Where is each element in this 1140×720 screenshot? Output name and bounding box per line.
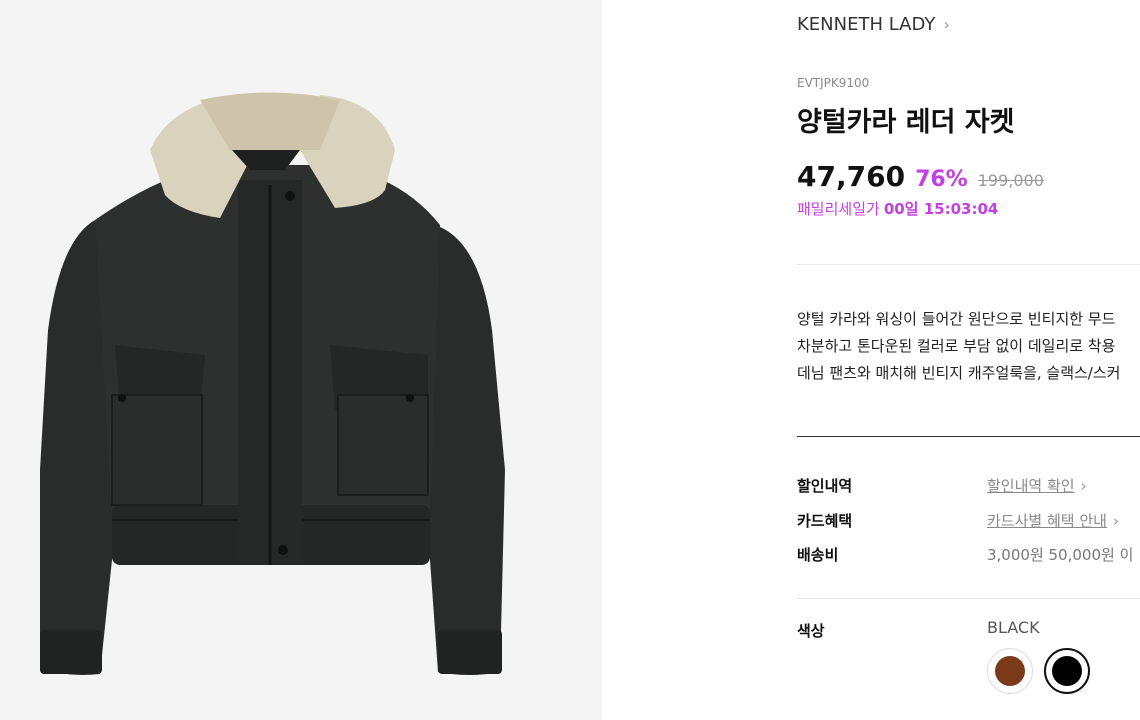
discount-details-link[interactable]: 할인내역 확인 › <box>987 475 1087 496</box>
timer-value: 00일 15:03:04 <box>883 200 999 218</box>
chevron-right-icon: › <box>1080 477 1087 495</box>
timer-label: 패밀리세일가 <box>797 200 880 218</box>
description-line: 데님 팬츠와 매치해 빈티지 캐주얼룩을, 슬랙스/스커 <box>797 364 1121 382</box>
shipping-row: 배송비 3,000원 50,000원 이 <box>797 544 1140 568</box>
selected-color-name: BLACK <box>987 618 1040 637</box>
product-description: 양털 카라와 워싱이 들어간 원단으로 빈티지한 무드 차분하고 톤다운된 컬러… <box>797 306 1140 387</box>
original-price: 199,000 <box>977 171 1044 190</box>
chevron-right-icon: › <box>943 15 950 34</box>
color-swatch-brown[interactable] <box>987 648 1033 694</box>
swatch-dot <box>1052 656 1082 686</box>
swatch-dot <box>995 656 1025 686</box>
link-text[interactable]: 카드사별 혜택 안내 <box>987 512 1107 530</box>
card-benefits-link[interactable]: 카드사별 혜택 안내 › <box>987 510 1119 531</box>
product-image[interactable] <box>0 0 602 720</box>
card-benefits-row: 카드혜택 카드사별 혜택 안내 › <box>797 510 1140 534</box>
price-row: 47,760 76% 199,000 <box>797 160 1044 193</box>
divider <box>797 598 1140 599</box>
brand-name[interactable]: KENNETH LADY <box>797 14 935 35</box>
description-line: 차분하고 톤다운된 컬러로 부담 없이 데일리로 착용 <box>797 337 1116 355</box>
sale-price: 47,760 <box>797 160 906 193</box>
sale-timer: 패밀리세일가 00일 15:03:04 <box>797 198 998 219</box>
product-code: EVTJPK9100 <box>797 76 870 90</box>
brand-link[interactable]: KENNETH LADY › <box>797 14 950 35</box>
description-line: 양털 카라와 워싱이 들어간 원단으로 빈티지한 무드 <box>797 310 1116 328</box>
color-option-label: 색상 <box>797 622 825 640</box>
color-swatch-black[interactable] <box>1044 648 1090 694</box>
divider <box>797 264 1140 265</box>
row-label: 카드혜택 <box>797 512 853 530</box>
chevron-right-icon: › <box>1112 512 1119 530</box>
product-title: 양털카라 레더 자켓 <box>797 107 1015 138</box>
product-info-panel: KENNETH LADY › EVTJPK9100 양털카라 레더 자켓 47,… <box>797 0 1140 720</box>
row-label: 할인내역 <box>797 477 853 495</box>
shipping-fee: 3,000원 50,000원 이 <box>987 546 1134 564</box>
link-text[interactable]: 할인내역 확인 <box>987 477 1075 495</box>
discount-rate: 76% <box>915 167 968 192</box>
row-label: 배송비 <box>797 546 839 564</box>
jacket-illustration <box>40 92 505 675</box>
divider <box>797 436 1140 437</box>
discount-details-row: 할인내역 할인내역 확인 › <box>797 475 1140 499</box>
